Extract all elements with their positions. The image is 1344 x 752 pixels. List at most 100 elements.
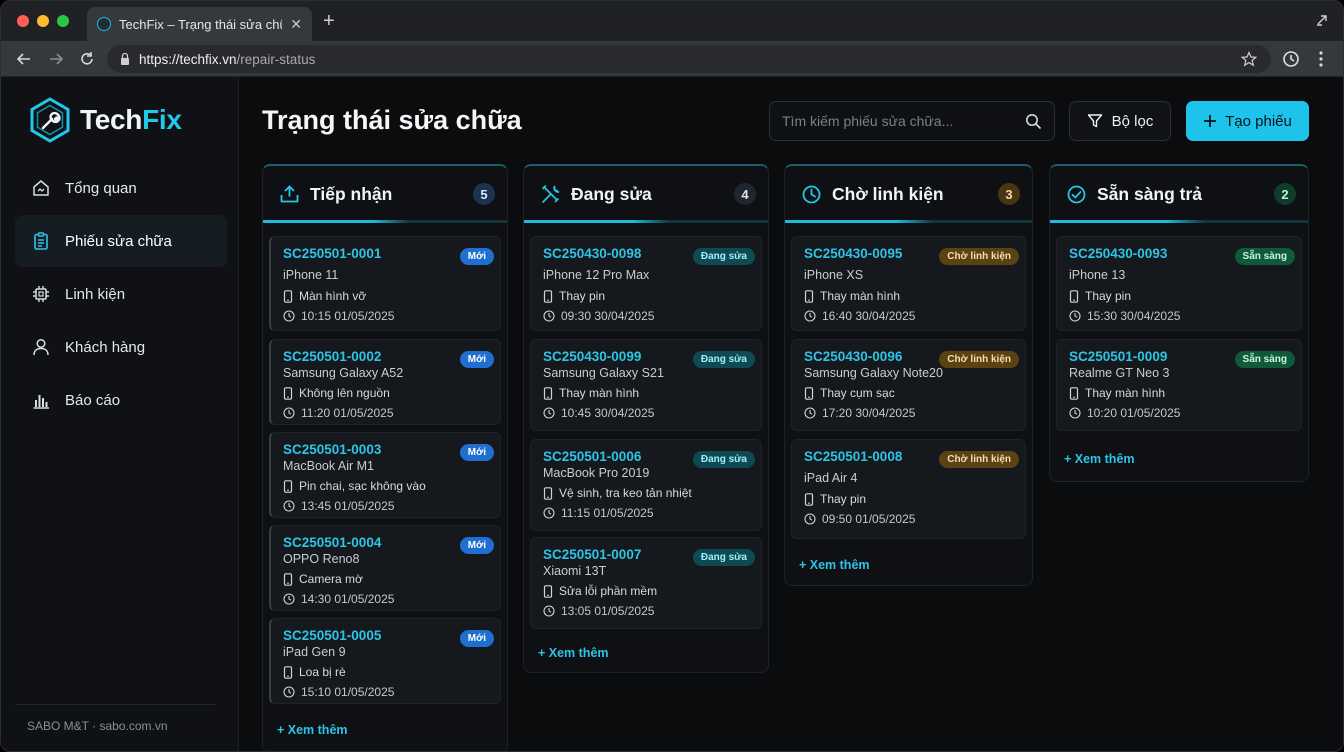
ticket-code[interactable]: SC250501-0006	[543, 449, 641, 464]
issue-text: Camera mờ	[299, 572, 363, 586]
received-time: 11:20 01/05/2025	[301, 406, 394, 420]
bookmark-star-icon[interactable]	[1241, 51, 1257, 67]
issue-row: Pin chai, sạc không vào	[283, 479, 426, 493]
clock-icon	[283, 407, 301, 419]
ticket-code[interactable]: SC250501-0008	[804, 449, 902, 464]
column-underline-fill	[524, 220, 671, 223]
ticket-code[interactable]: SC250501-0002	[283, 349, 381, 364]
ticket-code[interactable]: SC250501-0004	[283, 535, 381, 550]
ticket-code[interactable]: SC250430-0099	[543, 349, 641, 364]
status-badge: Đang sửa	[692, 549, 755, 566]
search-icon[interactable]	[1025, 113, 1042, 130]
create-ticket-button[interactable]: Tạo phiếu	[1186, 101, 1309, 141]
minimize-window-button[interactable]	[37, 15, 49, 27]
maximize-window-button[interactable]	[57, 15, 69, 27]
sidebar-item-parts[interactable]: Linh kiện	[15, 268, 227, 320]
see-more-link[interactable]: + Xem thêm	[799, 558, 870, 572]
url-field[interactable]: https://techfix.vn/repair-status	[107, 45, 1271, 73]
issue-row: Không lên nguồn	[283, 386, 390, 400]
repair-ticket-card[interactable]: SC250430-0098 Đang sửa iPhone 12 Pro Max Th…	[530, 236, 762, 331]
ticket-code[interactable]: SC250430-0098	[543, 246, 641, 261]
status-badge: Mới	[459, 248, 494, 265]
column-header: Đang sửa 4	[524, 166, 768, 222]
sidebar-item-repair-tickets[interactable]: Phiếu sửa chữa	[15, 215, 227, 267]
phone-icon	[804, 492, 820, 506]
column-count-badge: 4	[734, 183, 756, 205]
extension-icon[interactable]	[1282, 50, 1300, 68]
device-name: OPPO Reno8	[283, 552, 360, 566]
status-badge: Chờ linh kiện	[939, 451, 1019, 468]
tab-search-icon[interactable]	[1315, 13, 1329, 27]
ticket-code[interactable]: SC250430-0093	[1069, 246, 1167, 261]
repair-ticket-card[interactable]: SC250430-0096 Chờ linh kiện Samsung Galaxy…	[791, 339, 1026, 431]
ticket-code[interactable]: SC250501-0005	[283, 628, 381, 643]
device-name: iPhone 13	[1069, 268, 1126, 282]
more-menu-icon[interactable]	[1318, 50, 1324, 68]
time-row: 14:30 01/05/2025	[283, 592, 394, 606]
repair-ticket-card[interactable]: SC250501-0009 Sẵn sàng Realme GT Neo 3 Thay…	[1056, 339, 1302, 431]
see-more-link[interactable]: + Xem thêm	[1064, 452, 1135, 466]
issue-row: Thay màn hình	[543, 386, 639, 400]
repair-ticket-card[interactable]: SC250501-0006 Đang sửa MacBook Pro 2019 Vệ …	[530, 439, 762, 531]
device-name: Samsung Galaxy Note20	[804, 366, 943, 380]
sidebar-item-overview[interactable]: Tổng quan	[15, 162, 227, 214]
phone-icon	[543, 289, 559, 303]
issue-text: Không lên nguồn	[299, 386, 390, 400]
device-name: iPhone 12 Pro Max	[543, 268, 650, 282]
address-bar: https://techfix.vn/repair-status	[1, 41, 1343, 77]
status-badge: Đang sửa	[692, 451, 755, 468]
issue-row: Sửa lỗi phần mềm	[543, 584, 657, 598]
clock-icon	[543, 605, 561, 617]
close-tab-icon[interactable]: ✕	[290, 16, 302, 33]
sidebar-item-reports[interactable]: Báo cáo	[15, 374, 227, 426]
back-icon[interactable]	[15, 50, 33, 68]
sidebar-divider	[15, 704, 215, 705]
status-badge: Mới	[459, 444, 494, 461]
ticket-code[interactable]: SC250501-0007	[543, 547, 641, 562]
column-title: Tiếp nhận	[310, 183, 393, 204]
column-title: Đang sửa	[571, 183, 652, 204]
app-logo[interactable]: TechFix	[29, 97, 182, 143]
repair-ticket-card[interactable]: SC250501-0007 Đang sửa Xiaomi 13T Sửa lỗi p…	[530, 537, 762, 629]
reload-icon[interactable]	[78, 50, 96, 68]
clock-icon	[804, 513, 822, 525]
browser-tab[interactable]: TechFix – Trạng thái sửa chữa ✕	[87, 7, 312, 41]
repair-ticket-card[interactable]: SC250501-0003 Mới MacBook Air M1 Pin chai, …	[269, 432, 501, 518]
kanban-column: Tiếp nhận 5 SC250501-0001 Mới iPhone 11 Màn h…	[262, 164, 508, 751]
new-tab-button[interactable]: +	[323, 11, 335, 31]
repair-ticket-card[interactable]: SC250501-0002 Mới Samsung Galaxy A52 Không …	[269, 339, 501, 425]
filter-button-label: Bộ lọc	[1111, 112, 1154, 130]
ticket-code[interactable]: SC250501-0009	[1069, 349, 1167, 364]
sidebar-item-customers[interactable]: Khách hàng	[15, 321, 227, 373]
ticket-code[interactable]: SC250501-0003	[283, 442, 381, 457]
see-more-link[interactable]: + Xem thêm	[277, 723, 348, 737]
issue-row: Thay màn hình	[1069, 386, 1165, 400]
repair-ticket-card[interactable]: SC250501-0001 Mới iPhone 11 Màn hình vỡ 10:1…	[269, 236, 501, 331]
repair-ticket-card[interactable]: SC250430-0095 Chờ linh kiện iPhone XS Thay …	[791, 236, 1026, 331]
ticket-code[interactable]: SC250501-0001	[283, 246, 381, 261]
clock-icon	[543, 507, 561, 519]
device-name: iPhone XS	[804, 268, 864, 282]
device-name: MacBook Pro 2019	[543, 466, 650, 480]
ticket-code[interactable]: SC250430-0096	[804, 349, 902, 364]
status-badge: Đang sửa	[692, 351, 755, 368]
column-title: Chờ linh kiện	[832, 183, 944, 204]
phone-icon	[283, 665, 299, 679]
clock-icon	[804, 310, 822, 322]
repair-ticket-card[interactable]: SC250430-0099 Đang sửa Samsung Galaxy S21 T…	[530, 339, 762, 431]
filter-button[interactable]: Bộ lọc	[1069, 101, 1171, 141]
received-time: 15:30 30/04/2025	[1087, 309, 1181, 323]
see-more-link[interactable]: + Xem thêm	[538, 646, 609, 660]
repair-ticket-card[interactable]: SC250501-0005 Mới iPad Gen 9 Loa bị rè 15:10…	[269, 618, 501, 704]
received-time: 13:45 01/05/2025	[301, 499, 395, 513]
close-window-button[interactable]	[17, 15, 29, 27]
forward-icon[interactable]	[47, 50, 65, 68]
received-time: 09:50 01/05/2025	[822, 512, 916, 526]
repair-ticket-card[interactable]: SC250501-0004 Mới OPPO Reno8 Camera mờ 14:30…	[269, 525, 501, 611]
phone-icon	[543, 486, 559, 500]
ticket-code[interactable]: SC250430-0095	[804, 246, 902, 261]
repair-ticket-card[interactable]: SC250430-0093 Sẵn sàng iPhone 13 Thay pin 15…	[1056, 236, 1302, 331]
repair-ticket-card[interactable]: SC250501-0008 Chờ linh kiện iPad Air 4 Thay…	[791, 439, 1026, 539]
issue-row: Thay pin	[1069, 289, 1131, 303]
search-input[interactable]	[782, 113, 1025, 129]
